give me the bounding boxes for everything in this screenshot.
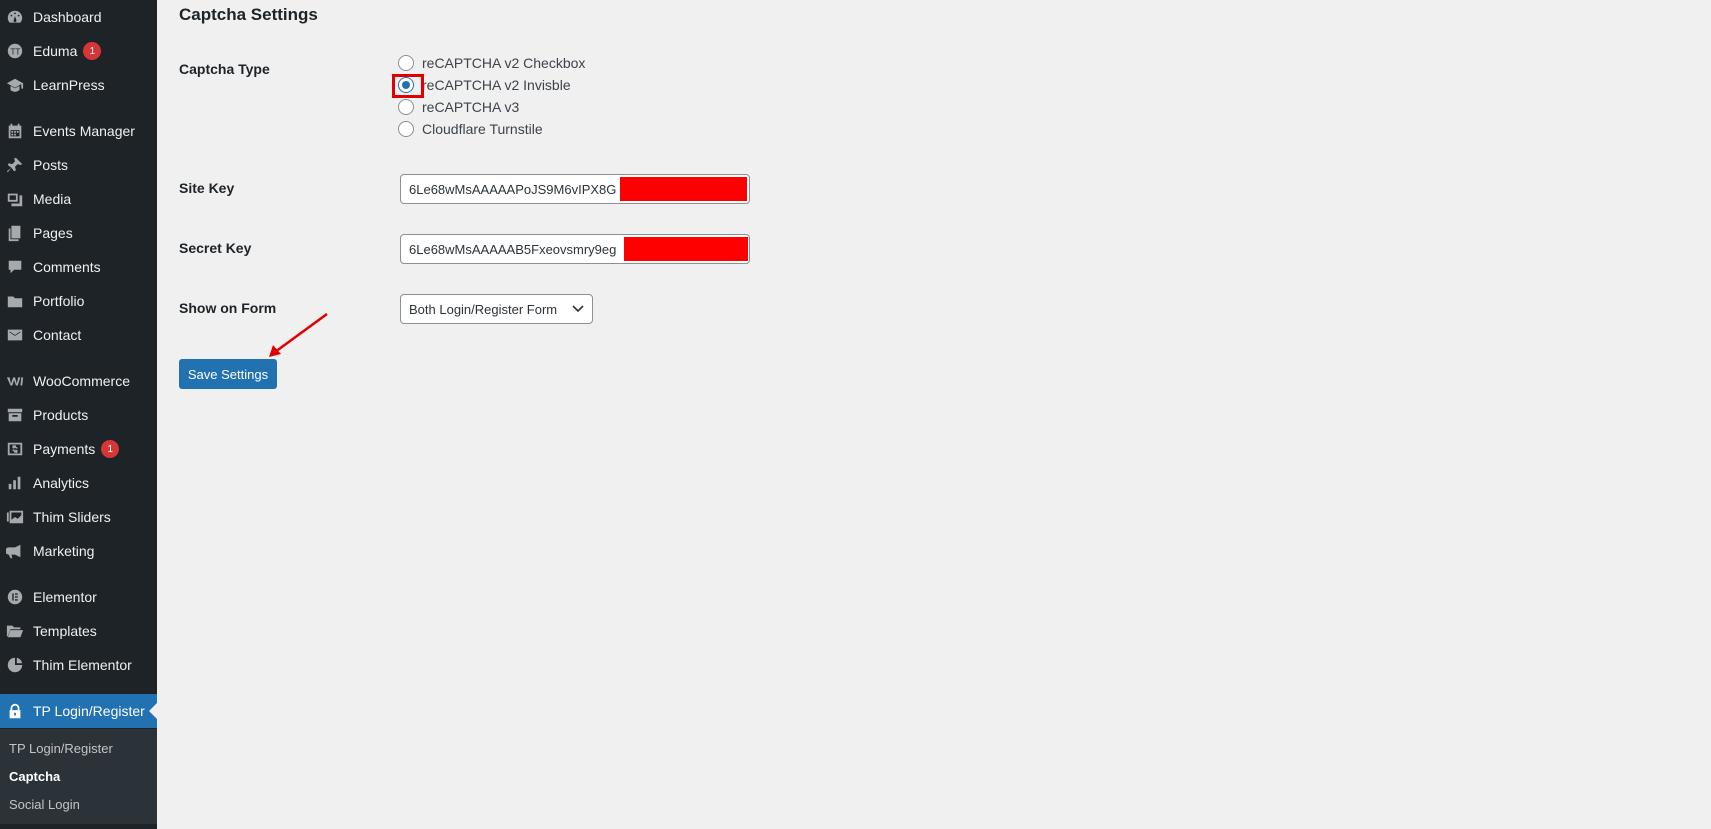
sidebar-item-label: WooCommerce xyxy=(33,373,130,389)
sidebar-item-tp-login-register[interactable]: TP Login/Register xyxy=(0,694,157,728)
sidebar-item-label: Thim Sliders xyxy=(33,509,111,525)
radio-button[interactable] xyxy=(398,55,414,71)
submenu-item-captcha[interactable]: Captcha xyxy=(9,769,60,784)
sidebar-item-pages[interactable]: Pages xyxy=(0,216,157,250)
notification-badge: 1 xyxy=(83,42,102,60)
thim-icon xyxy=(5,655,25,675)
lock-icon xyxy=(5,701,25,721)
learnpress-icon xyxy=(5,75,25,95)
radio-label: reCAPTCHA v2 Checkbox xyxy=(422,55,586,71)
sidebar-item-marketing[interactable]: Marketing xyxy=(0,534,157,568)
sidebar-item-templates[interactable]: Templates xyxy=(0,614,157,648)
page-title: Captcha Settings xyxy=(179,5,318,24)
sidebar-item-label: Media xyxy=(33,191,72,207)
show-on-form-label: Show on Form xyxy=(179,300,277,316)
sidebar-item-products[interactable]: Products xyxy=(0,398,157,432)
show-on-form-select[interactable]: Both Login/Register Form xyxy=(400,294,593,324)
sidebar-item-label: Pages xyxy=(33,225,73,241)
sidebar-item-media[interactable]: Media xyxy=(0,182,157,216)
annotation-highlight-box xyxy=(392,74,424,98)
sidebar-item-woocommerce[interactable]: WooCommerce xyxy=(0,364,157,398)
sidebar-item-label: Posts xyxy=(33,157,69,173)
sidebar-item-analytics[interactable]: Analytics xyxy=(0,466,157,500)
folder-open-icon xyxy=(5,621,25,641)
radio-label: reCAPTCHA v3 xyxy=(422,99,520,115)
archive-icon xyxy=(5,405,25,425)
pages-icon xyxy=(5,223,25,243)
sidebar-item-label: Events Manager xyxy=(33,123,135,139)
radio-label: reCAPTCHA v2 Invisble xyxy=(422,77,571,93)
annotation-arrow-icon xyxy=(269,312,328,357)
media-icon xyxy=(5,189,25,209)
sidebar-item-contact[interactable]: Contact xyxy=(0,318,157,352)
sidebar-item-label: Payments xyxy=(33,441,96,457)
sidebar-item-label: Products xyxy=(33,407,89,423)
sidebar-item-dashboard[interactable]: Dashboard xyxy=(0,0,157,34)
radio-recaptcha-v3[interactable]: reCAPTCHA v3 xyxy=(398,99,519,115)
select-value: Both Login/Register Form xyxy=(409,301,558,317)
sidebar-item-label: LearnPress xyxy=(33,77,105,93)
sidebar-item-label: Analytics xyxy=(33,475,90,491)
radio-cloudflare-turnstile[interactable]: Cloudflare Turnstile xyxy=(398,121,543,137)
comment-icon xyxy=(5,257,25,277)
sidebar-item-thim-elementor[interactable]: Thim Elementor xyxy=(0,648,157,682)
sidebar-item-label: TP Login/Register xyxy=(33,703,145,719)
save-settings-button[interactable]: Save Settings xyxy=(179,359,277,389)
sidebar-item-label: Thim Elementor xyxy=(33,657,132,673)
captcha-type-label: Captcha Type xyxy=(179,61,270,77)
folder-icon xyxy=(5,291,25,311)
calendar-icon xyxy=(5,121,25,141)
site-key-label: Site Key xyxy=(179,180,235,196)
chevron-down-icon xyxy=(572,305,584,313)
sidebar-item-portfolio[interactable]: Portfolio xyxy=(0,284,157,318)
site-key-input[interactable]: 6Le68wMsAAAAAPoJS9M6vIPX8G xyxy=(400,174,750,204)
elementor-icon xyxy=(5,587,25,607)
sidebar-item-label: Comments xyxy=(33,259,101,275)
mail-icon xyxy=(5,325,25,345)
secret-key-label: Secret Key xyxy=(179,240,252,256)
radio-recaptcha-v2-checkbox[interactable]: reCAPTCHA v2 Checkbox xyxy=(398,55,585,71)
secret-key-input[interactable]: 6Le68wMsAAAAAB5Fxeovsmry9eg xyxy=(400,234,750,264)
bar-chart-icon xyxy=(5,473,25,493)
sidebar-item-label: Portfolio xyxy=(33,293,85,309)
svg-text:TT: TT xyxy=(11,48,21,57)
site-key-value: 6Le68wMsAAAAAPoJS9M6vIPX8G xyxy=(409,181,617,197)
radio-label: Cloudflare Turnstile xyxy=(422,121,543,137)
redaction-overlay xyxy=(620,177,747,201)
slides-icon xyxy=(5,507,25,527)
sidebar-item-label: Eduma xyxy=(33,43,78,59)
sidebar-item-comments[interactable]: Comments xyxy=(0,250,157,284)
sidebar-item-elementor[interactable]: Elementor xyxy=(0,580,157,614)
admin-sidebar: Dashboard TT Eduma 1 LearnPress Events M… xyxy=(0,0,157,829)
sidebar-item-label: Contact xyxy=(33,327,82,343)
submenu-item-tp-login-register[interactable]: TP Login/Register xyxy=(9,741,113,756)
notification-badge: 1 xyxy=(101,440,120,458)
submenu-item-social-login[interactable]: Social Login xyxy=(9,797,80,812)
pin-icon xyxy=(5,155,25,175)
megaphone-icon xyxy=(5,541,25,561)
woocommerce-icon xyxy=(5,371,25,391)
sidebar-item-learnpress[interactable]: LearnPress xyxy=(0,68,157,102)
dashboard-icon xyxy=(5,7,25,27)
sidebar-item-thim-sliders[interactable]: Thim Sliders xyxy=(0,500,157,534)
sidebar-item-posts[interactable]: Posts xyxy=(0,148,157,182)
sidebar-item-label: Marketing xyxy=(33,543,95,559)
radio-button[interactable] xyxy=(398,121,414,137)
sidebar-item-payments[interactable]: Payments 1 xyxy=(0,432,157,466)
sidebar-item-events-manager[interactable]: Events Manager xyxy=(0,114,157,148)
sidebar-item-label: Dashboard xyxy=(33,9,102,25)
secret-key-value: 6Le68wMsAAAAAB5Fxeovsmry9eg xyxy=(409,241,617,257)
radio-button[interactable] xyxy=(398,99,414,115)
redaction-overlay xyxy=(624,237,748,261)
sidebar-submenu: TP Login/Register Captcha Social Login xyxy=(0,729,157,824)
eduma-icon: TT xyxy=(5,41,25,61)
sidebar-item-eduma[interactable]: TT Eduma 1 xyxy=(0,34,157,68)
dollar-icon xyxy=(5,439,25,459)
sidebar-item-label: Elementor xyxy=(33,589,97,605)
sidebar-item-label: Templates xyxy=(33,623,97,639)
